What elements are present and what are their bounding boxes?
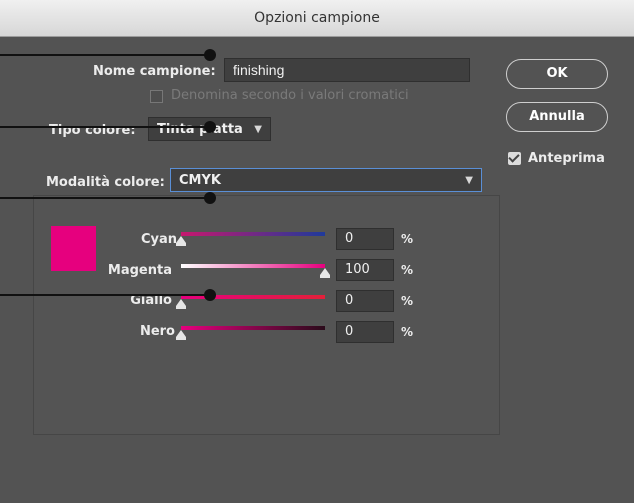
- swatch-name-input[interactable]: finishing: [224, 58, 470, 82]
- yellow-percent-sign: %: [401, 294, 414, 308]
- magenta-value-input[interactable]: 100: [336, 259, 394, 281]
- yellow-slider-thumb[interactable]: [176, 299, 186, 309]
- swatch-name-label: Nome campione:: [93, 64, 216, 79]
- magenta-slider-thumb[interactable]: [320, 268, 330, 278]
- callout-dot-sliders: [204, 289, 216, 301]
- auto-name-label: Denomina secondo i valori cromatici: [171, 88, 409, 103]
- color-mode-select[interactable]: CMYK ▼: [170, 168, 482, 192]
- cyan-slider-track[interactable]: [181, 232, 325, 236]
- cyan-percent-sign: %: [401, 232, 414, 246]
- black-value-input[interactable]: 0: [336, 321, 394, 343]
- cyan-value-input[interactable]: 0: [336, 228, 394, 250]
- color-mode-label: Modalità colore:: [46, 175, 165, 190]
- preview-label: Anteprima: [528, 151, 605, 166]
- black-percent-sign: %: [401, 325, 414, 339]
- title-bar: Opzioni campione: [0, 0, 634, 37]
- auto-name-checkbox[interactable]: [150, 90, 163, 103]
- magenta-slider-track[interactable]: [181, 264, 325, 268]
- yellow-value-input[interactable]: 0: [336, 290, 394, 312]
- chevron-down-icon: ▼: [254, 123, 262, 135]
- callout-line-name: [0, 54, 210, 56]
- magenta-label: Magenta: [107, 263, 172, 278]
- preview-checkbox[interactable]: [508, 152, 521, 165]
- chevron-down-icon: ▼: [465, 174, 473, 186]
- callout-line-sliders: [0, 294, 210, 296]
- callout-dot-name: [204, 49, 216, 61]
- callout-dot-color-type: [204, 121, 216, 133]
- window-title: Opzioni campione: [254, 10, 380, 26]
- color-type-value: Tinta piatta: [157, 121, 243, 137]
- black-label: Nero: [139, 324, 175, 339]
- black-slider-thumb[interactable]: [176, 330, 186, 340]
- callout-line-color-mode: [0, 197, 210, 199]
- cancel-button[interactable]: Annulla: [506, 102, 608, 132]
- color-swatch-preview: [51, 226, 96, 271]
- callout-line-color-type: [0, 126, 210, 128]
- black-slider-track[interactable]: [181, 326, 325, 330]
- magenta-percent-sign: %: [401, 263, 414, 277]
- color-mode-value: CMYK: [179, 172, 221, 188]
- cyan-label: Cyan: [140, 232, 177, 247]
- cyan-slider-thumb[interactable]: [176, 236, 186, 246]
- swatch-name-value: finishing: [233, 62, 285, 78]
- ok-button[interactable]: OK: [506, 59, 608, 89]
- callout-dot-color-mode: [204, 192, 216, 204]
- color-panel: [33, 195, 500, 435]
